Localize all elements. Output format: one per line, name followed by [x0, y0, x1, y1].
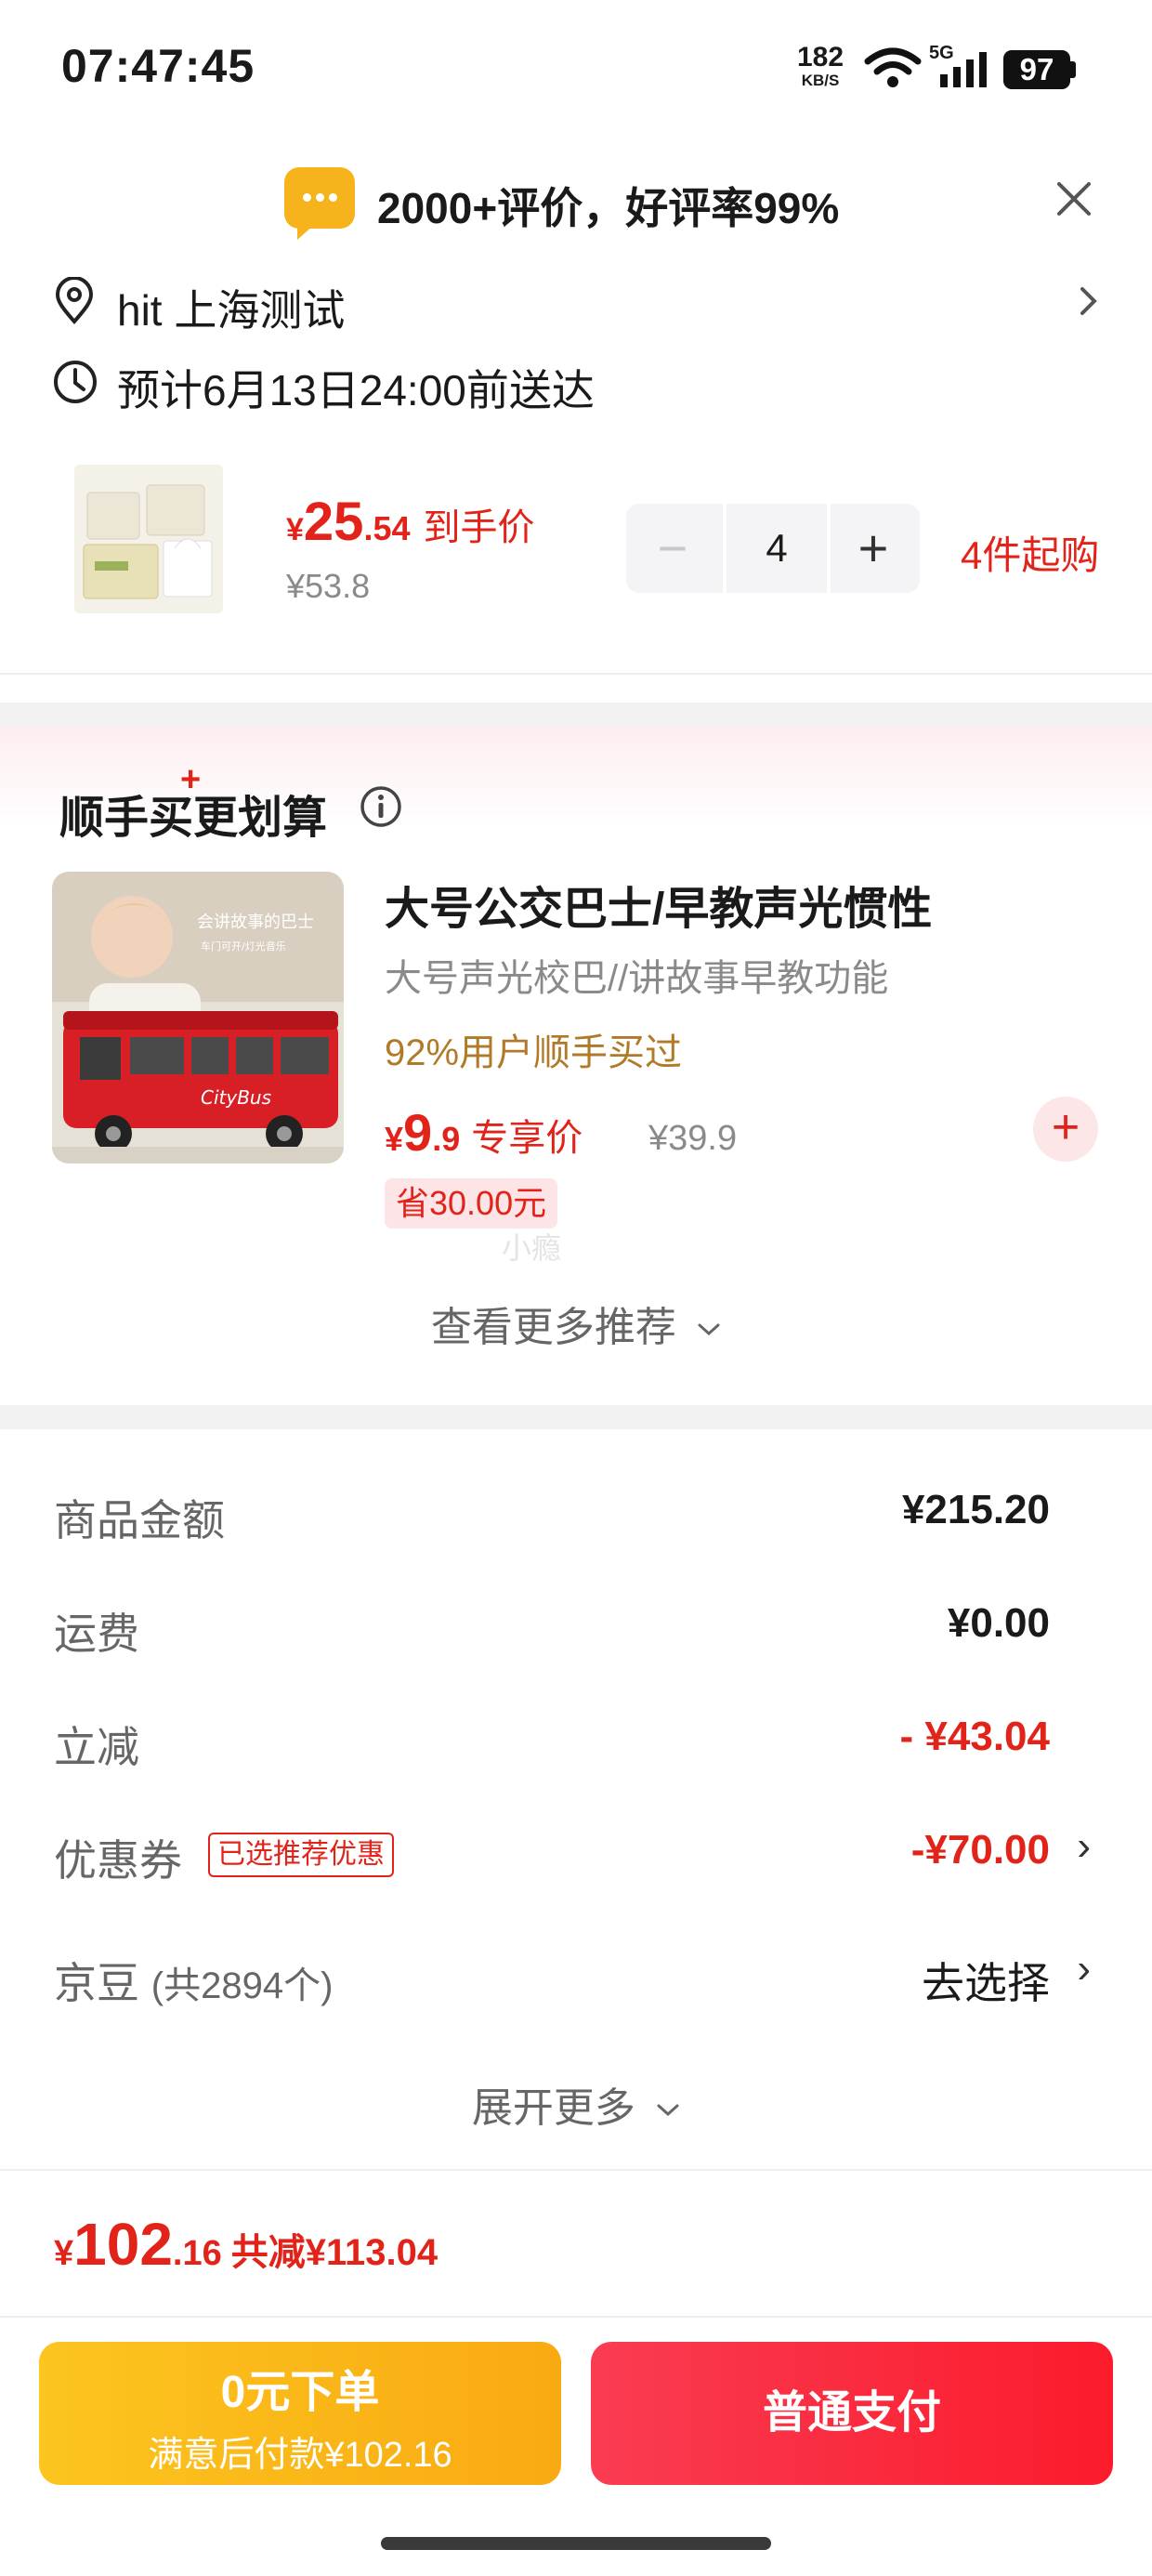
jd-beans-row[interactable]: 京豆 (共2894个): [54, 1950, 333, 2011]
wifi-icon: [864, 47, 922, 87]
battery-indicator: 97: [1003, 50, 1070, 89]
recommendation-item-name[interactable]: 大号公交巴士/早教声光惯性: [385, 872, 932, 937]
quantity-stepper: − 4 +: [626, 504, 920, 593]
recommendation-item-price: ¥9.9 专享价: [385, 1102, 583, 1163]
divider: [0, 2316, 1152, 2318]
delivery-estimate: 预计6月13日24:00前送达: [117, 366, 595, 414]
network-speed-unit: KB/S: [801, 72, 840, 89]
shipping-value: ¥0.00: [947, 1600, 1050, 1646]
goods-amount-label: 商品金额: [54, 1496, 225, 1544]
shipping-label: 运费: [54, 1610, 139, 1658]
chevron-down-icon: [698, 1323, 720, 1336]
expand-more-label: 展开更多: [471, 2085, 635, 2131]
total-decimal: .16: [172, 2234, 222, 2273]
info-icon[interactable]: [359, 784, 403, 829]
chat-bubble-icon: [284, 167, 355, 240]
jd-beans-label: 京豆: [54, 1959, 139, 2007]
status-time: 07:47:45: [61, 40, 255, 92]
chevron-right-icon[interactable]: [1078, 284, 1100, 318]
divider: [0, 2169, 1152, 2171]
jd-beans-chevron-icon[interactable]: ›: [1077, 1946, 1091, 1992]
jd-beans-select[interactable]: 去选择: [922, 1950, 1050, 2011]
watermark: 小瘾: [502, 1231, 562, 1265]
total-currency: ¥: [54, 2234, 74, 2273]
section-gap: [0, 1405, 1152, 1429]
tissue-pack-image: [74, 465, 223, 613]
instant-discount-label: 立减: [54, 1723, 139, 1771]
save-amount-badge: 省30.00元: [385, 1178, 558, 1229]
image-caption: 会讲故事的巴士: [197, 913, 314, 932]
coupon-label[interactable]: 优惠券: [54, 1827, 182, 1888]
clock-icon: [54, 361, 97, 403]
rec-price-label: 专享价: [471, 1118, 583, 1159]
normal-pay-button[interactable]: 普通支付: [591, 2342, 1113, 2485]
location-pin-icon: [55, 277, 94, 325]
price-decimal: .54: [363, 509, 411, 547]
image-subcaption: 车门可开/灯光音乐: [201, 940, 286, 953]
close-icon[interactable]: [1055, 180, 1093, 217]
zero-yuan-order-title: 0元下单: [220, 2368, 380, 2417]
zero-yuan-order-button[interactable]: 0元下单 满意后付款¥102.16: [39, 2342, 561, 2485]
goods-amount-value: ¥215.20: [901, 1487, 1050, 1532]
section-gap: [0, 703, 1152, 727]
battery-tip: [1070, 61, 1076, 78]
review-summary[interactable]: 2000+评价，好评率99%: [377, 175, 839, 236]
quantity-value[interactable]: 4: [723, 504, 831, 593]
home-indicator[interactable]: [381, 2537, 771, 2550]
minimum-purchase-note: 4件起购: [961, 533, 1100, 577]
price-label: 到手价: [423, 507, 535, 548]
recommendation-item-image[interactable]: 会讲故事的巴士 车门可开/灯光音乐 CityBus: [52, 872, 344, 1163]
total-integer: 102: [73, 2211, 173, 2278]
zero-yuan-order-sub: 满意后付款¥102.16: [148, 2436, 452, 2475]
coupon-selected-badge: 已选推荐优惠: [208, 1833, 394, 1877]
rec-price-decimal: .9: [432, 1120, 461, 1158]
rec-price-currency: ¥: [385, 1120, 404, 1158]
recommendation-plus-mark: +: [180, 760, 202, 799]
order-total: ¥102.16 共减¥113.04: [54, 2210, 438, 2279]
coupon-value[interactable]: -¥70.00: [911, 1827, 1050, 1873]
original-price: ¥53.8: [286, 567, 371, 605]
add-recommendation-button[interactable]: +: [1033, 1097, 1098, 1162]
rec-price-integer: 9: [403, 1103, 433, 1162]
total-saved: 共减¥113.04: [230, 2232, 439, 2273]
expand-more-link[interactable]: 展开更多: [0, 2074, 1152, 2134]
address-text[interactable]: hit 上海测试: [117, 277, 345, 338]
recommendation-item-original-price: ¥39.9: [648, 1119, 738, 1158]
increase-quantity-button[interactable]: +: [827, 504, 920, 593]
recommendation-item-desc: 大号声光校巴//讲故事早教功能: [385, 958, 889, 999]
toy-bus-image: 会讲故事的巴士 车门可开/灯光音乐 CityBus: [52, 872, 344, 1163]
product-price: ¥25.54 到手价: [286, 491, 534, 553]
decrease-quantity-button[interactable]: −: [626, 504, 719, 593]
product-thumbnail[interactable]: [74, 465, 223, 613]
coupon-chevron-icon[interactable]: ›: [1077, 1823, 1091, 1870]
price-currency: ¥: [286, 512, 304, 547]
bus-label: CityBus: [201, 1086, 271, 1109]
divider: [0, 673, 1152, 675]
jd-beans-count: (共2894个): [151, 1965, 334, 2006]
more-recommendations-link[interactable]: 查看更多推荐: [0, 1294, 1152, 1353]
recommendation-item-rate: 92%用户顺手买过: [385, 1032, 683, 1073]
signal-icon: [940, 52, 987, 87]
network-speed-value: 182: [796, 42, 844, 72]
network-speed: 182 KB/S: [790, 42, 851, 91]
more-recommendations-label: 查看更多推荐: [430, 1305, 676, 1350]
price-integer: 25: [303, 492, 364, 552]
instant-discount-value: - ¥43.04: [899, 1714, 1050, 1759]
chevron-down-icon: [657, 2104, 679, 2117]
